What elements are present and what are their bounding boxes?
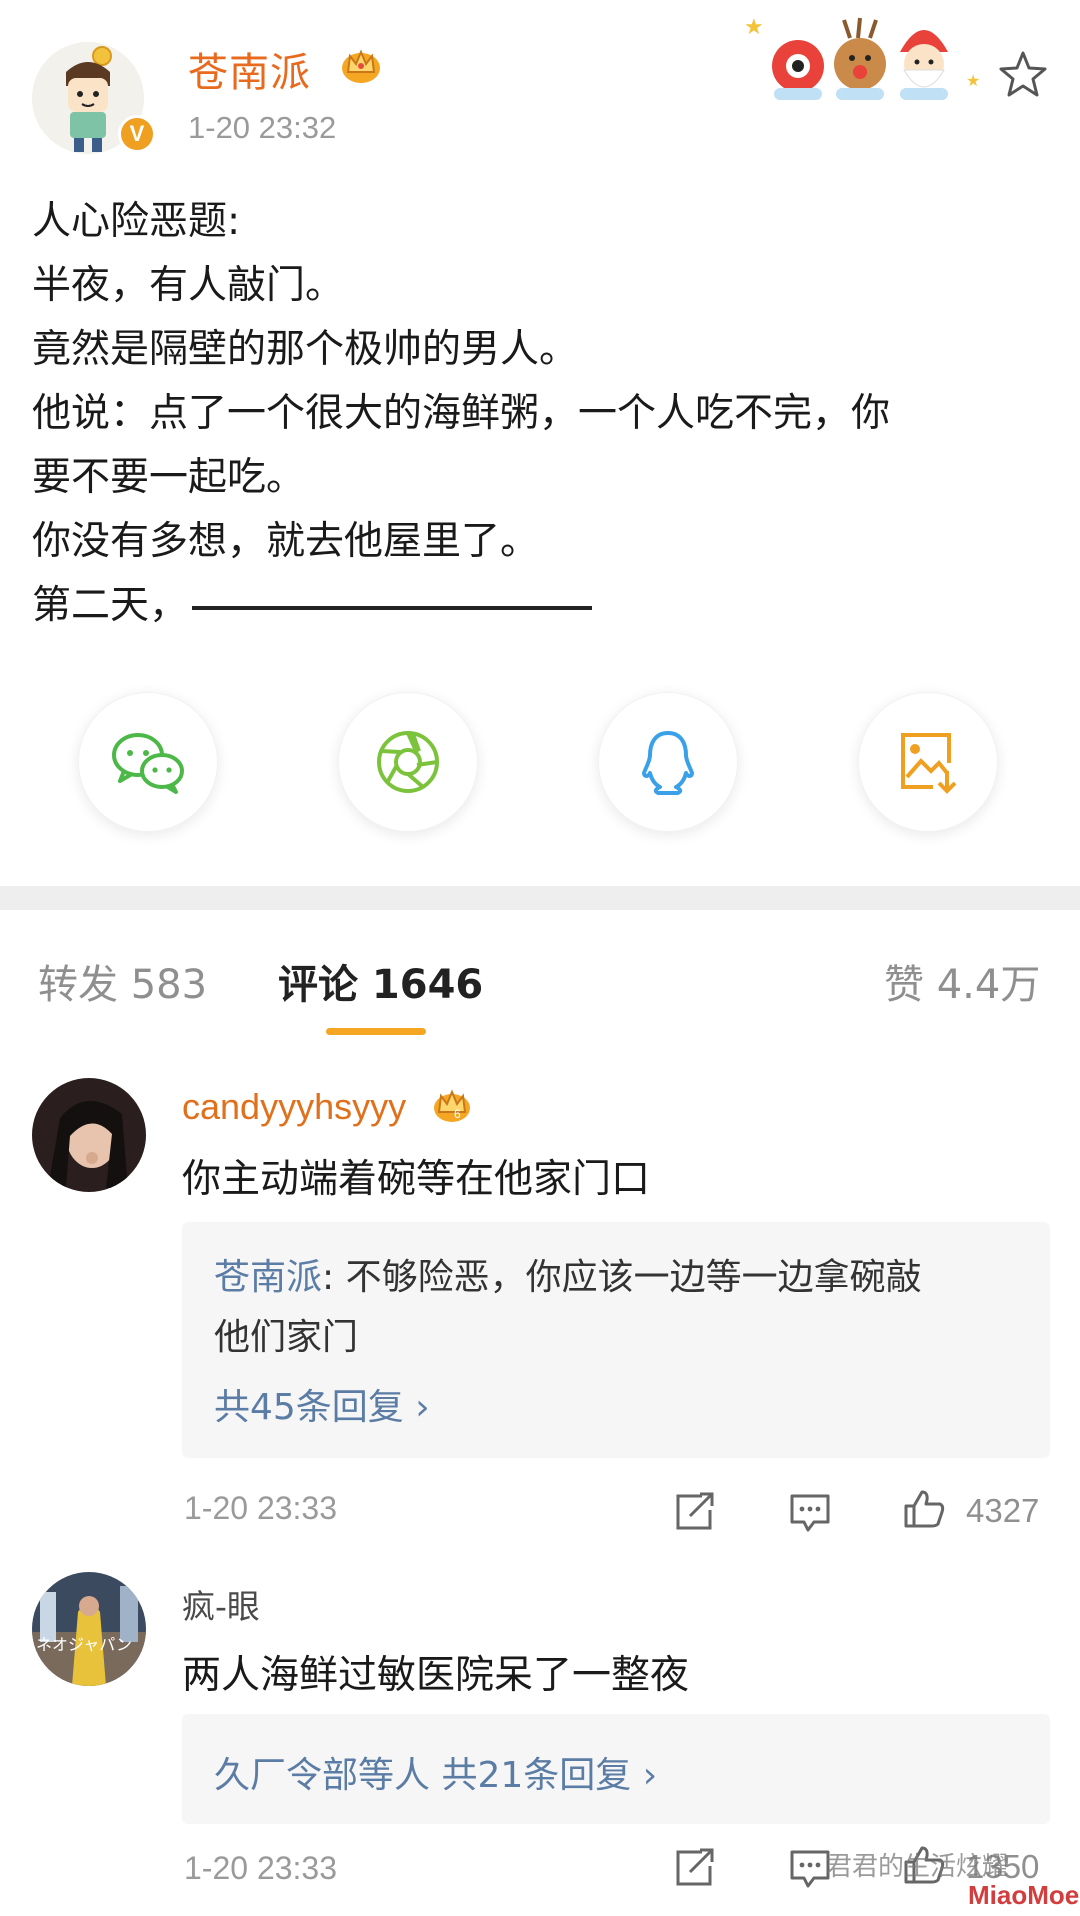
post-line: 人心险恶题: (32, 199, 241, 244)
verified-badge: V (118, 115, 156, 153)
reply-text: : 不够险恶，你应该一边等一边拿碗敲 (322, 1257, 922, 1298)
comment-username[interactable]: 疯-眼 (182, 1580, 260, 1628)
save-image-button[interactable] (858, 692, 998, 832)
fill-blank-line (192, 605, 593, 610)
crown-icon (342, 49, 380, 83)
moments-icon (377, 731, 439, 793)
view-replies-link[interactable]: 久厂令部等人 共21条回复 › (214, 1746, 657, 1798)
post-line-text: 第二天， (32, 583, 189, 628)
svg-text:★: ★ (744, 15, 764, 40)
post-line: 你没有多想，就去他屋里了。 (32, 519, 540, 564)
comment-text: 你主动端着碗等在他家门口 (182, 1157, 651, 1202)
post-line: 要不要一起吃。 (32, 455, 306, 500)
wechat-icon (112, 733, 184, 794)
comment-time: 1-20 23:33 (184, 1850, 338, 1886)
author-name[interactable]: 苍南派 (188, 40, 311, 98)
holiday-decoration-icon: ★ ★ (744, 15, 980, 100)
like-count: 4327 (966, 1492, 1040, 1529)
tab-comments[interactable]: 评论 1646 (278, 952, 483, 1010)
post-line: 他说：点了一个很大的海鲜粥，一个人吃不完，你 (32, 391, 891, 436)
comment-avatar[interactable] (32, 1078, 146, 1192)
tab-likes[interactable]: 赞 4.4万 (884, 952, 1040, 1010)
comment-time: 1-20 23:33 (184, 1490, 338, 1526)
reply-line-continued: 他们家门 (214, 1317, 359, 1358)
post-line: 竟然是隔壁的那个极帅的男人。 (32, 327, 579, 372)
favorite-star-icon[interactable] (996, 48, 1050, 102)
share-qq-button[interactable] (598, 692, 738, 832)
svg-text:★: ★ (966, 71, 980, 90)
repost-icon[interactable] (672, 1490, 716, 1534)
post-time: 1-20 23:32 (188, 110, 337, 145)
comment-icon[interactable] (788, 1490, 832, 1534)
like-icon[interactable] (902, 1486, 946, 1530)
reply-preview-box[interactable]: 久厂令部等人 共21条回复 › (182, 1714, 1050, 1824)
save-image-icon (901, 733, 957, 794)
reply-author[interactable]: 苍南派 (214, 1257, 322, 1298)
post-header: V 苍南派 1-20 23:32 ★ ★ (0, 0, 1080, 170)
share-moments-button[interactable] (338, 692, 478, 832)
comment-text: 两人海鲜过敏医院呆了一整夜 (182, 1653, 690, 1698)
qq-icon (642, 731, 694, 795)
post-content: 人心险恶题: 半夜，有人敲门。 竟然是隔壁的那个极帅的男人。 他说：点了一个很大… (32, 190, 1042, 638)
repost-icon[interactable] (672, 1846, 716, 1890)
section-divider (0, 886, 1080, 910)
watermark-logo: MiaoMoe (968, 1880, 1080, 1910)
share-wechat-button[interactable] (78, 692, 218, 832)
svg-text:ネオジャパン: ネオジャパン (36, 1635, 132, 1654)
reply-line: 苍南派: 不够险恶，你应该一边等一边拿碗敲 (214, 1248, 922, 1300)
tab-repost[interactable]: 转发 583 (38, 952, 207, 1010)
comment-avatar[interactable]: ネオジャパン (32, 1572, 146, 1686)
member-crown-icon: 6 (434, 1089, 470, 1122)
watermark-text: 君君的生活炫耀 (826, 1852, 1009, 1882)
active-tab-indicator (326, 1028, 426, 1035)
view-replies-link[interactable]: 共45条回复 › (214, 1378, 430, 1430)
reply-preview-box[interactable]: 苍南派: 不够险恶，你应该一边等一边拿碗敲 他们家门 共45条回复 › (182, 1222, 1050, 1458)
svg-text:6: 6 (454, 1107, 461, 1121)
comment-username[interactable]: candyyyhsyyy (182, 1086, 406, 1128)
post-line: 半夜，有人敲门。 (32, 263, 345, 308)
post-line-fill-blank: 第二天， (32, 574, 1042, 638)
